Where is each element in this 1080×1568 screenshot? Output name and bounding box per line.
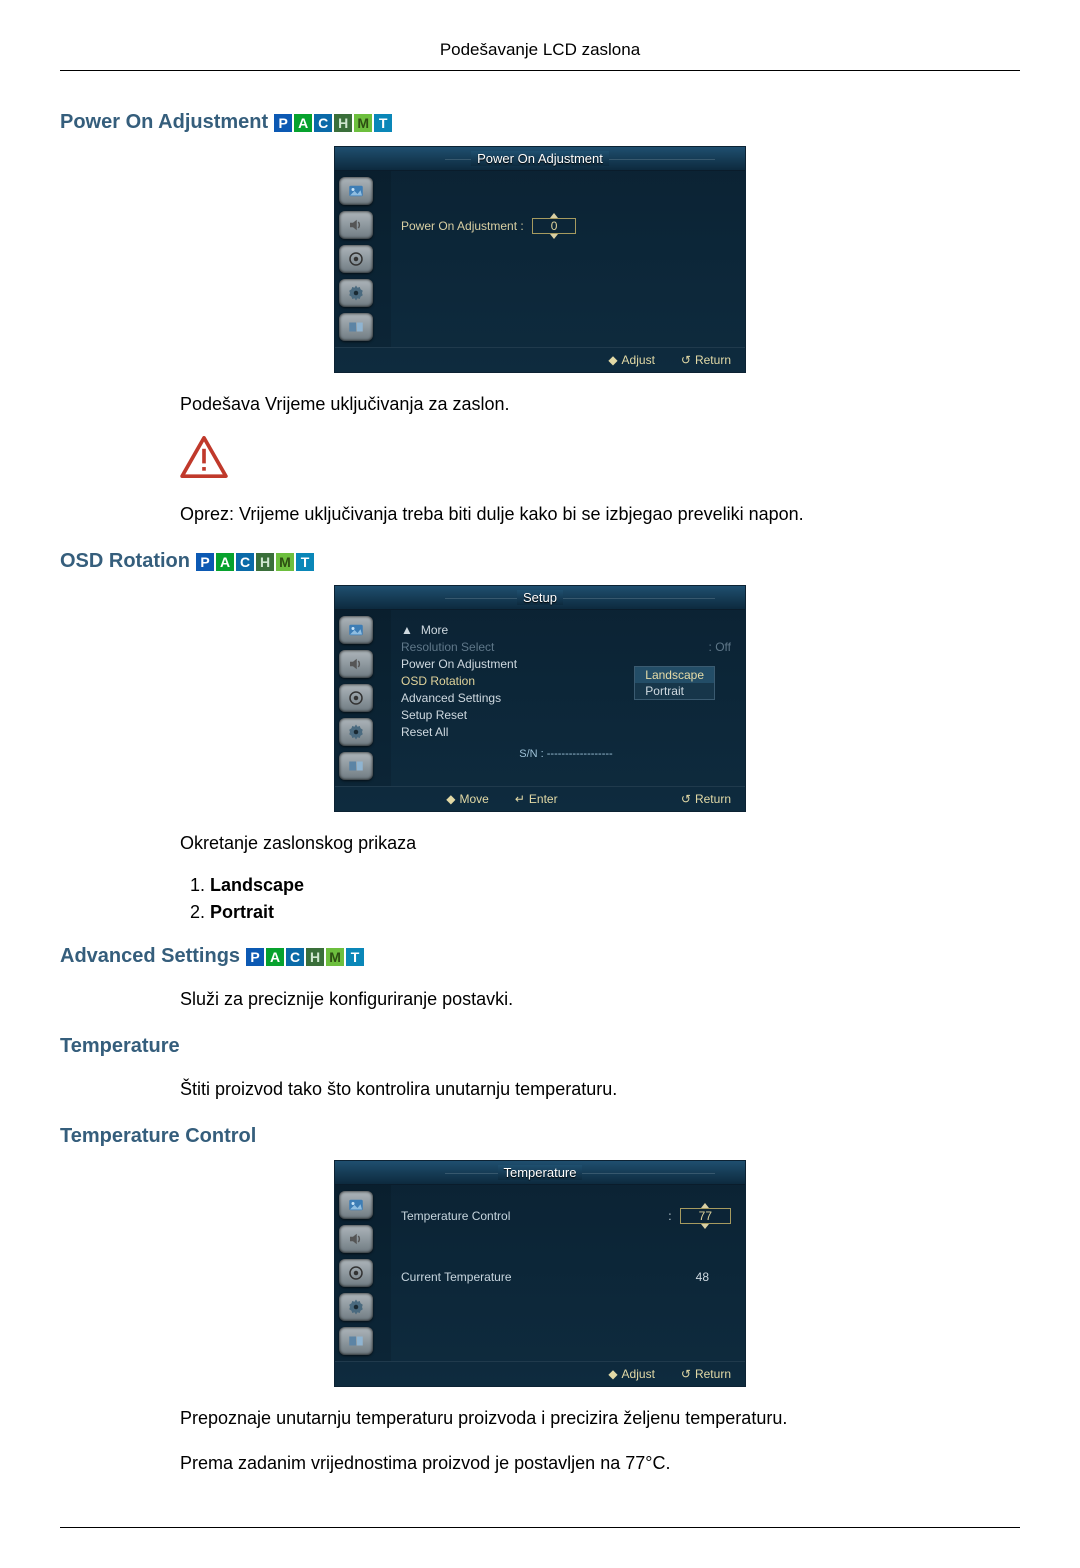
osd-panel-temperature: Temperature Temperature Control : 77 Cur… [334,1160,746,1387]
badge-p: P [196,553,214,571]
footer-move: ◆Move [446,792,489,806]
submenu-portrait[interactable]: Portrait [635,683,714,699]
submenu-landscape[interactable]: Landscape [635,667,714,683]
footer-return: ↺Return [681,1367,731,1381]
badge-c: C [236,553,254,571]
badge-a: A [216,553,234,571]
page-header: Podešavanje LCD zaslona [60,40,1020,71]
badge-t: T [296,553,314,571]
setup-icon[interactable] [339,1259,373,1287]
temp-control-value[interactable]: 77 [680,1208,731,1224]
section-title-power-on: Power On Adjustment P A C H M T [60,111,1020,134]
rotation-options: Landscape Portrait [210,875,1020,923]
badge-p: P [274,114,292,132]
section-title-advanced: Advanced Settings P A C H M T [60,945,1020,968]
opt-landscape: Landscape [210,875,304,895]
gear-icon[interactable] [339,279,373,307]
badge-t: T [374,114,392,132]
menu-reset-all[interactable]: Reset All [401,725,448,739]
multi-icon[interactable] [339,752,373,780]
gear-icon[interactable] [339,718,373,746]
heading-text: Power On Adjustment [60,111,268,134]
sound-icon[interactable] [339,1225,373,1253]
menu-advanced[interactable]: Advanced Settings [401,691,501,705]
temperature-desc: Štiti proizvod tako što kontrolira unuta… [180,1076,1020,1103]
osd-value-box[interactable]: 0 [532,218,577,234]
osd-sn: S/N : ------------------ [401,742,731,760]
badge-m: M [276,553,294,571]
menu-osd-rotation[interactable]: OSD Rotation [401,674,475,688]
gear-icon[interactable] [339,1293,373,1321]
advanced-desc: Služi za preciznije konfiguriranje posta… [180,986,1020,1013]
heading-text: OSD Rotation [60,550,190,573]
menu-resolution-value: : Off [709,640,731,654]
multi-icon[interactable] [339,1327,373,1355]
badge-h: H [334,114,352,132]
osd-panel-power-on: Power On Adjustment Power On Adjustment … [334,146,746,373]
setup-icon[interactable] [339,684,373,712]
warning-icon [180,436,1020,483]
osd-title: Setup [335,586,745,610]
section-title-osd-rotation: OSD Rotation P A C H M T [60,550,1020,573]
osd-sidebar [335,1185,391,1361]
badge-c: C [314,114,332,132]
osd-rotation-desc: Okretanje zaslonskog prikaza [180,830,1020,857]
temp-control-label: Temperature Control [401,1209,510,1223]
osd-title: Temperature [335,1161,745,1185]
temp-control-desc1: Prepoznaje unutarnju temperaturu proizvo… [180,1405,1020,1432]
footer-adjust: ◆Adjust [608,353,655,367]
setup-icon[interactable] [339,245,373,273]
current-temp-label: Current Temperature [401,1270,512,1284]
heading-text: Temperature Control [60,1125,256,1148]
badge-h: H [306,948,324,966]
sound-icon[interactable] [339,211,373,239]
multi-icon[interactable] [339,313,373,341]
picture-icon[interactable] [339,616,373,644]
osd-sidebar [335,171,391,347]
osd-footer: ◆Adjust ↺Return [335,1361,745,1386]
menu-resolution: Resolution Select [401,640,494,654]
badge-m: M [326,948,344,966]
menu-setup-reset[interactable]: Setup Reset [401,708,467,722]
heading-text: Advanced Settings [60,945,240,968]
osd-panel-setup: Setup ▲More Resolution Select: Off Power… [334,585,746,812]
badge-m: M [354,114,372,132]
mode-badges: P A C H M T [274,114,392,132]
section-title-temp-control: Temperature Control [60,1125,1020,1148]
picture-icon[interactable] [339,1191,373,1219]
badge-h: H [256,553,274,571]
power-on-desc: Podešava Vrijeme uključivanja za zaslon. [180,391,1020,418]
badge-a: A [294,114,312,132]
osd-footer: ◆Adjust ↺Return [335,347,745,372]
heading-text: Temperature [60,1035,180,1058]
power-on-caution: Oprez: Vrijeme uključivanja treba biti d… [180,501,1020,528]
picture-icon[interactable] [339,177,373,205]
badge-t: T [346,948,364,966]
menu-power-on[interactable]: Power On Adjustment [401,657,517,671]
osd-row-label: Power On Adjustment : [401,219,524,233]
badge-a: A [266,948,284,966]
footer-return: ↺Return [681,792,731,806]
footer-enter: ↵Enter [515,792,558,806]
opt-portrait: Portrait [210,902,274,922]
osd-rotation-submenu[interactable]: Landscape Portrait [634,666,715,700]
footer-adjust: ◆Adjust [608,1367,655,1381]
mode-badges: P A C H M T [246,948,364,966]
badge-p: P [246,948,264,966]
mode-badges: P A C H M T [196,553,314,571]
badge-c: C [286,948,304,966]
bottom-rule [60,1527,1020,1528]
footer-return: ↺Return [681,353,731,367]
current-temp-value: 48 [696,1270,731,1284]
temp-control-desc2: Prema zadanim vrijednostima proizvod je … [180,1450,1020,1477]
osd-title: Power On Adjustment [335,147,745,171]
osd-footer: ◆Move ↵Enter ↺Return [335,786,745,811]
menu-more[interactable]: More [421,623,448,637]
sound-icon[interactable] [339,650,373,678]
osd-sidebar [335,610,391,786]
section-title-temperature: Temperature [60,1035,1020,1058]
